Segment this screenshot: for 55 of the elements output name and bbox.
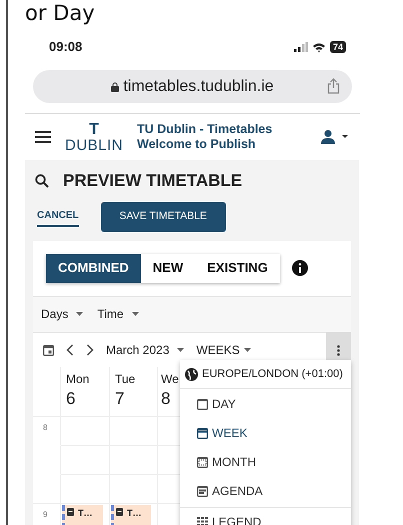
signal-icon bbox=[294, 42, 308, 52]
view-option[interactable]: MONTH bbox=[180, 447, 351, 476]
event-card[interactable]: T… bbox=[62, 504, 103, 525]
site-title: TU Dublin - Timetables bbox=[137, 122, 272, 137]
caret-icon bbox=[132, 312, 139, 316]
mode-tab[interactable]: COMBINED bbox=[46, 254, 141, 282]
address-bar[interactable]: timetables.tudublin.ie bbox=[33, 70, 352, 103]
logo[interactable]: T DUBLIN bbox=[65, 122, 124, 152]
caret-icon bbox=[244, 348, 251, 352]
calendar-icon bbox=[197, 484, 208, 496]
filter-dropdown[interactable]: Days bbox=[41, 305, 84, 323]
mode-tab[interactable]: EXISTING bbox=[195, 254, 280, 282]
user-menu-icon[interactable] bbox=[320, 130, 350, 144]
save-button[interactable]: SAVE TIMETABLE bbox=[100, 202, 226, 232]
event-card[interactable]: T… bbox=[111, 504, 151, 525]
page-title: PREVIEW TIMETABLE bbox=[63, 170, 242, 192]
caret-icon bbox=[177, 348, 184, 352]
welcome-text: Welcome to Publish bbox=[137, 137, 257, 152]
document-icon bbox=[116, 508, 123, 516]
document-icon bbox=[67, 508, 74, 516]
day-name: Mon bbox=[66, 370, 90, 388]
share-icon[interactable] bbox=[327, 78, 340, 94]
battery-level: 74 bbox=[330, 41, 346, 53]
hour-label: 9 bbox=[42, 508, 48, 520]
caption-text: or Day bbox=[25, 0, 96, 27]
view-dropdown[interactable]: WEEKS bbox=[196, 340, 251, 358]
day-date: 6 bbox=[66, 388, 76, 410]
calendar-icon[interactable] bbox=[43, 344, 54, 356]
globe-icon bbox=[185, 368, 198, 380]
filter-dropdown[interactable]: Time bbox=[97, 305, 139, 323]
month-dropdown[interactable]: March 2023 bbox=[106, 340, 184, 358]
previous-icon[interactable] bbox=[66, 344, 74, 356]
calendar-icon bbox=[197, 426, 208, 438]
view-option[interactable]: DAY bbox=[180, 389, 351, 418]
clock-time: 09:08 bbox=[49, 38, 82, 56]
menu-icon[interactable] bbox=[35, 131, 51, 143]
lock-icon bbox=[111, 82, 120, 92]
cancel-button[interactable]: CANCEL bbox=[37, 206, 79, 227]
grid-icon bbox=[197, 517, 208, 525]
next-icon[interactable] bbox=[86, 344, 94, 356]
calendar-icon bbox=[197, 456, 208, 468]
day-name: We bbox=[161, 370, 180, 388]
search-icon[interactable] bbox=[35, 174, 49, 188]
calendar-icon bbox=[197, 398, 208, 410]
wifi-icon bbox=[312, 42, 326, 52]
hour-label: 8 bbox=[42, 422, 48, 434]
mode-tab[interactable]: NEW bbox=[140, 254, 196, 282]
caret-icon bbox=[76, 312, 84, 316]
view-option[interactable]: WEEK bbox=[180, 418, 351, 447]
info-icon[interactable] bbox=[292, 260, 308, 276]
day-name: Tue bbox=[115, 370, 136, 388]
day-date: 8 bbox=[161, 388, 172, 410]
day-date: 7 bbox=[115, 388, 126, 410]
more-icon bbox=[337, 344, 340, 356]
view-option[interactable]: AGENDA bbox=[180, 476, 351, 505]
